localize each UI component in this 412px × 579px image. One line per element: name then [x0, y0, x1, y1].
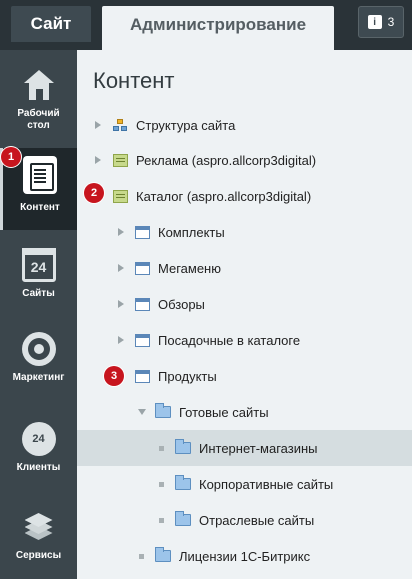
tree-row-label: Обзоры: [158, 296, 205, 312]
bullet-icon: [159, 445, 164, 451]
bullet-icon: [139, 553, 144, 559]
sidebar-item-services[interactable]: Сервисы: [0, 500, 77, 579]
tree-row-label: Лицензии 1С-Битрикс: [179, 548, 311, 564]
folder-icon: [155, 403, 171, 418]
folder-icon: [175, 439, 191, 454]
layers-icon: [22, 510, 56, 544]
tree-row-label: Структура сайта: [136, 117, 236, 133]
tree-row[interactable]: Мегаменю: [77, 250, 412, 286]
tree-row[interactable]: Реклама (aspro.allcorp3digital): [77, 142, 412, 178]
notifications-button[interactable]: i 3: [358, 6, 404, 38]
chevron-down-icon[interactable]: [138, 409, 146, 415]
step-badge-2: 2: [84, 183, 104, 203]
cloud-24-icon: 24: [21, 422, 56, 456]
chevron-right-icon[interactable]: [95, 156, 101, 164]
tree-row[interactable]: Структура сайта: [77, 107, 412, 143]
iblock-icon: [135, 225, 150, 239]
iblock-icon: [135, 261, 150, 275]
top-bar: Сайт Администрирование i 3: [0, 0, 412, 50]
sidebar-item-sites[interactable]: 24 Сайты: [0, 238, 77, 320]
left-sidebar: Рабочий стол Контент 24 Сайты Маркетинг …: [0, 50, 77, 579]
sidebar-item-label: Клиенты: [16, 462, 61, 473]
iblock-icon: [135, 297, 150, 311]
tree-row[interactable]: Комплекты: [77, 214, 412, 250]
tree-row-label: Корпоративные сайты: [199, 476, 334, 492]
iblock-type-icon: [113, 153, 128, 167]
folder-icon: [175, 475, 191, 490]
tree-row-label: Интернет-магазины: [199, 440, 318, 456]
iblock-type-icon: [113, 189, 128, 203]
tree-row-label: Посадочные в каталоге: [158, 332, 301, 348]
tree-row-selected[interactable]: Интернет-магазины: [77, 430, 412, 466]
chevron-right-icon[interactable]: [118, 228, 124, 236]
tree-row-label: Комплекты: [158, 224, 225, 240]
tree-row-label: Готовые сайты: [179, 404, 269, 420]
document-icon: [23, 156, 57, 194]
tree-row-label: Продукты: [158, 368, 217, 384]
tree-row-label: Отраслевые сайты: [199, 512, 315, 528]
chevron-right-icon[interactable]: [118, 336, 124, 344]
chevron-right-icon[interactable]: [118, 264, 124, 272]
tree-row[interactable]: Обзоры: [77, 286, 412, 322]
folder-icon: [155, 547, 171, 562]
sidebar-item-label: Сайты: [22, 288, 55, 299]
info-icon: i: [367, 15, 382, 29]
tree-row-label: Реклама (aspro.allcorp3digital): [136, 152, 317, 168]
chevron-right-icon[interactable]: [95, 121, 101, 129]
calendar-icon: 24: [21, 248, 56, 282]
tree-row-label: Мегаменю: [158, 260, 221, 276]
sidebar-item-label: Рабочий: [17, 108, 60, 119]
folder-icon: [175, 511, 191, 526]
page-title: Контент: [93, 68, 175, 93]
tree-row[interactable]: Продукты: [77, 358, 412, 394]
tree-row[interactable]: Каталог (aspro.allcorp3digital): [77, 178, 412, 214]
tab-site[interactable]: Сайт: [11, 6, 91, 42]
tree-row-label: Каталог (aspro.allcorp3digital): [136, 188, 312, 204]
step-badge-3: 3: [104, 366, 124, 386]
tree-row[interactable]: Посадочные в каталоге: [77, 322, 412, 358]
tree-row[interactable]: Отраслевые сайты: [77, 502, 412, 538]
bullet-icon: [159, 481, 164, 487]
structure-icon: [113, 118, 128, 132]
sidebar-item-desktop[interactable]: Рабочий стол: [0, 58, 77, 140]
content-panel: Контент Структура сайта Реклама (aspro.a…: [77, 50, 412, 579]
tab-administration[interactable]: Администрирование: [102, 6, 334, 50]
sidebar-item-label: Контент: [20, 202, 60, 213]
notifications-count: 3: [387, 15, 395, 29]
sidebar-item-marketing[interactable]: Маркетинг: [0, 322, 77, 404]
sidebar-item-label: стол: [27, 120, 50, 131]
iblock-icon: [135, 333, 150, 347]
tree-row[interactable]: Готовые сайты: [77, 394, 412, 430]
tree-row[interactable]: Лицензии 1С-Битрикс: [77, 538, 412, 574]
iblock-icon: [135, 369, 150, 383]
chevron-right-icon[interactable]: [118, 300, 124, 308]
sidebar-item-label: Сервисы: [15, 550, 62, 561]
home-icon: [22, 68, 56, 102]
sidebar-item-label: Маркетинг: [12, 372, 65, 383]
sidebar-item-clients[interactable]: 24 Клиенты: [0, 412, 77, 494]
target-icon: [21, 332, 56, 366]
bullet-icon: [159, 517, 164, 523]
tree-row[interactable]: Корпоративные сайты: [77, 466, 412, 502]
step-badge-1: 1: [1, 147, 21, 167]
